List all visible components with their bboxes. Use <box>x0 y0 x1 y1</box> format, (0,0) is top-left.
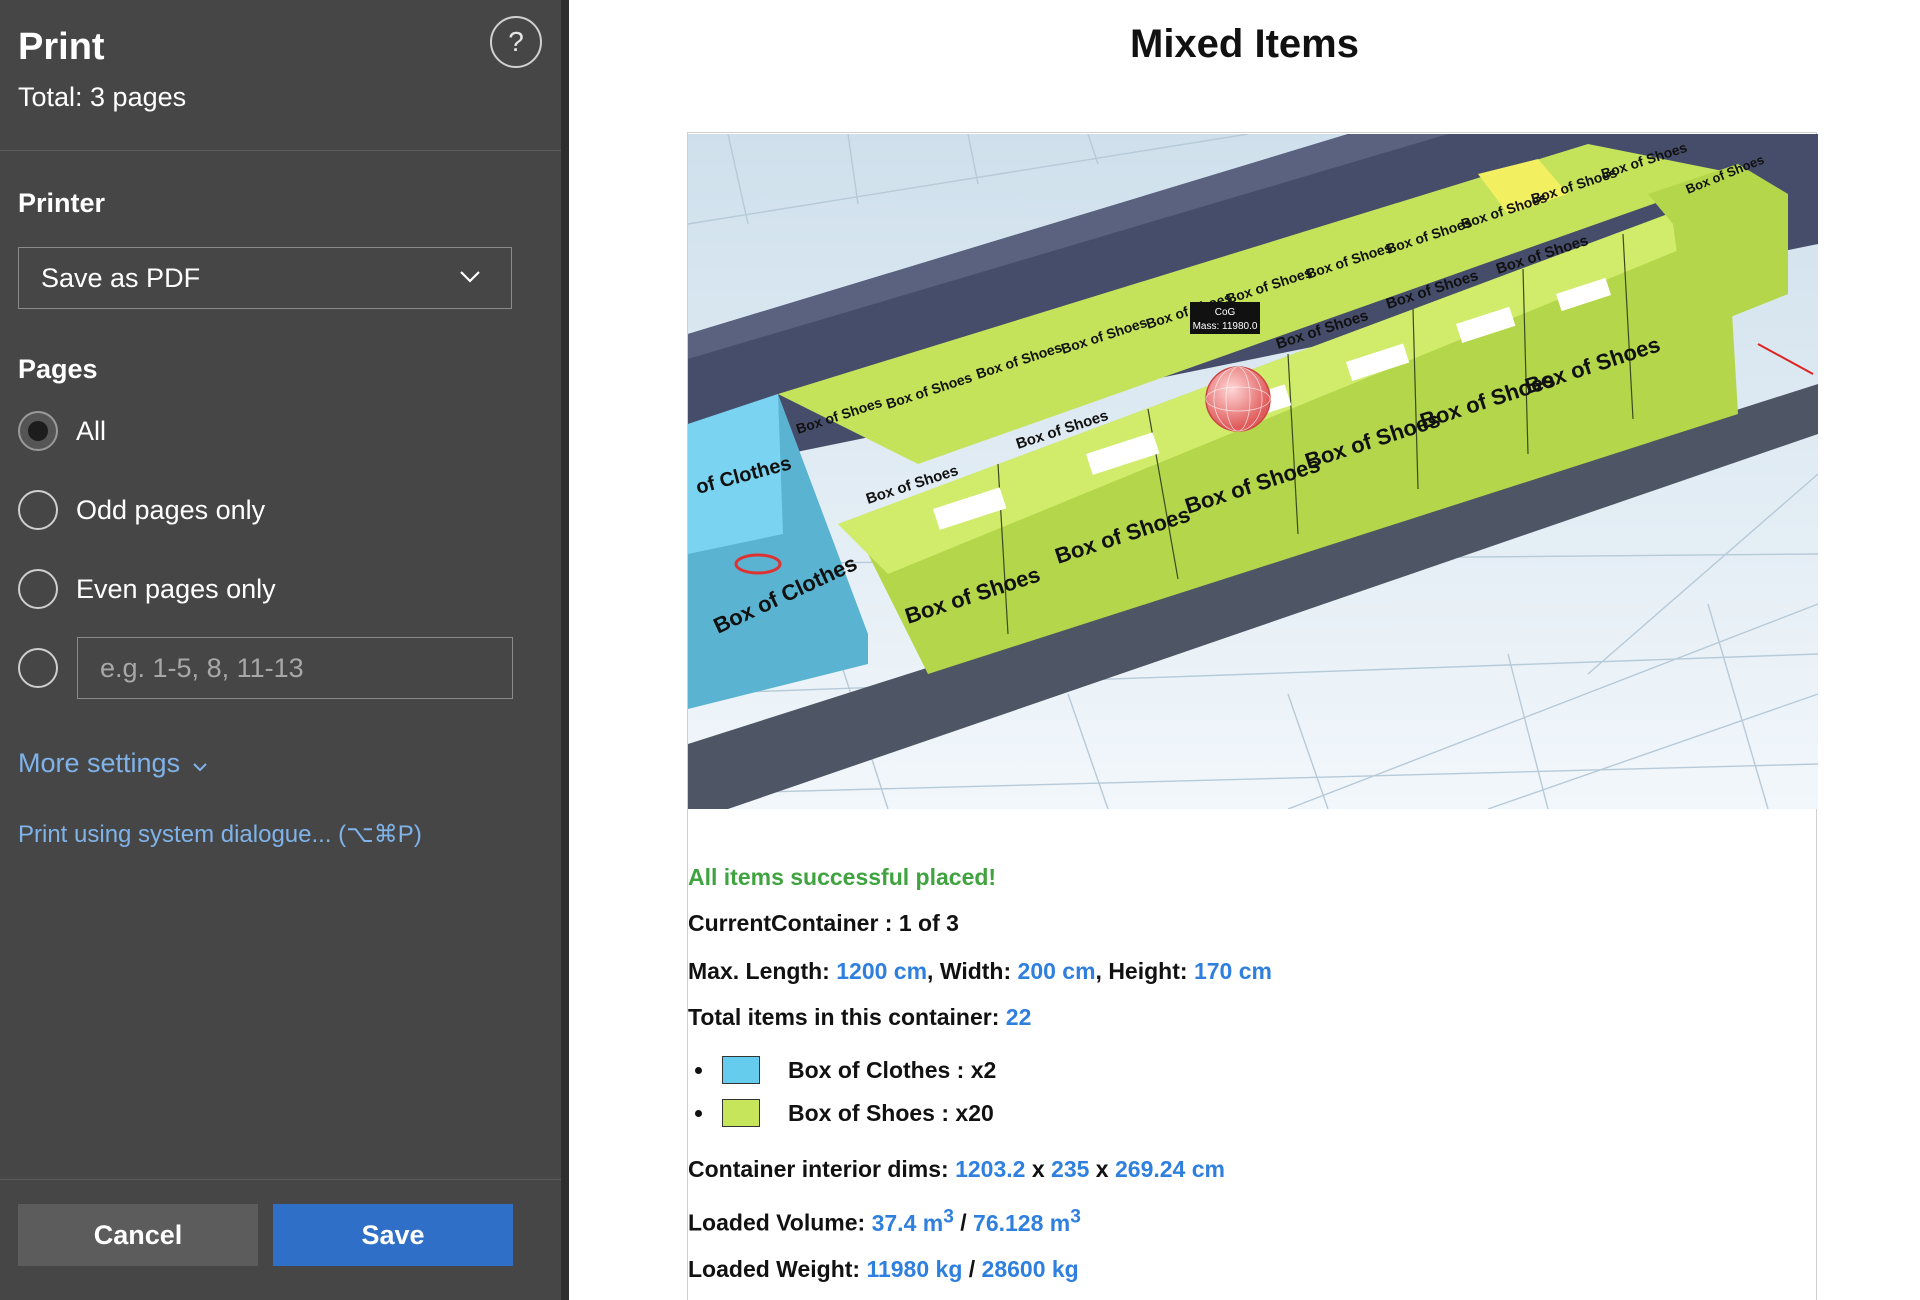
interior-dims: Container interior dims: 1203.2 x 235 x … <box>688 1156 1225 1183</box>
panel-divider <box>561 0 569 1300</box>
width-label: , Width: <box>927 958 1012 984</box>
weight-loaded: 11980 kg <box>866 1256 963 1282</box>
volume-exponent: 3 <box>943 1206 954 1227</box>
total-items: Total items in this container: 22 <box>688 1004 1031 1031</box>
legend-swatch <box>722 1056 760 1084</box>
volume-loaded: 37.4 m3 <box>871 1206 954 1236</box>
radio-all-button[interactable] <box>18 411 58 451</box>
radio-custom[interactable] <box>18 648 58 688</box>
printer-select[interactable]: Save as PDF <box>18 247 512 309</box>
volume-capacity-value: 76.128 m <box>973 1209 1071 1236</box>
more-settings-label: More settings <box>18 748 181 778</box>
height-label: , Height: <box>1095 958 1188 984</box>
height-value: 170 cm <box>1193 958 1272 984</box>
legend-item: Box of Clothes : x2 <box>695 1056 996 1084</box>
header-divider <box>0 150 561 151</box>
pages-label: Pages <box>18 354 98 384</box>
page-range-input[interactable] <box>77 637 513 699</box>
chevron-down-icon <box>193 762 207 771</box>
bullet <box>695 1066 702 1074</box>
total-items-label: Total items in this container: <box>688 1004 1000 1030</box>
radio-odd[interactable]: Odd pages only <box>18 490 265 530</box>
printer-select-value: Save as PDF <box>41 262 201 293</box>
total-pages: Total: 3 pages <box>18 82 187 112</box>
current-container: CurrentContainer : 1 of 3 <box>688 910 959 936</box>
cog-tooltip-title: CoG <box>1215 307 1236 318</box>
max-dimensions: Max. Length: 1200 cm, Width: 200 cm, Hei… <box>688 958 1272 985</box>
dialog-title: Print <box>18 26 105 68</box>
weight-label: Loaded Weight: <box>688 1256 861 1282</box>
total-items-value: 22 <box>1005 1004 1032 1030</box>
volume-capacity: 76.128 m3 <box>973 1206 1081 1236</box>
volume-loaded-value: 37.4 m <box>871 1209 944 1236</box>
printer-label: Printer <box>18 188 106 218</box>
volume-separator: / <box>960 1209 967 1236</box>
loaded-volume: Loaded Volume: 37.4 m3 / 76.128 m3 <box>688 1206 1081 1237</box>
bullet <box>695 1109 702 1117</box>
interior-x: x <box>1031 1156 1045 1182</box>
interior-width: 235 <box>1051 1156 1090 1182</box>
cog-marker <box>1205 366 1271 432</box>
max-length-value: 1200 cm <box>836 958 928 984</box>
footer-divider <box>0 1179 561 1180</box>
status-message: All items successful placed! <box>688 864 997 890</box>
interior-height: 269.24 cm <box>1114 1156 1225 1182</box>
container-3d-scene: of Clothes Box of Clothes Box of Shoes B… <box>688 134 1818 809</box>
system-dialog-link[interactable]: Print using system dialogue... (⌥⌘P) <box>18 820 422 849</box>
interior-length: 1203.2 <box>955 1156 1026 1182</box>
more-settings-link[interactable]: More settings <box>18 748 208 779</box>
legend-swatch <box>722 1099 760 1127</box>
legend-label: Box of Shoes : x20 <box>788 1099 994 1126</box>
cog-tooltip-mass: Mass: 11980.0 <box>1193 321 1258 332</box>
chevron-down-icon <box>460 271 480 283</box>
legend-item: Box of Shoes : x20 <box>695 1099 994 1127</box>
radio-even-label: Even pages only <box>76 573 276 604</box>
radio-all[interactable]: All <box>18 411 106 451</box>
help-button[interactable]: ? <box>490 16 542 68</box>
radio-custom-button[interactable] <box>18 648 58 688</box>
width-value: 200 cm <box>1017 958 1096 984</box>
radio-odd-label: Odd pages only <box>76 494 266 525</box>
save-button[interactable]: Save <box>273 1204 513 1266</box>
weight-separator: / <box>968 1256 976 1282</box>
interior-label: Container interior dims: <box>688 1156 949 1182</box>
interior-x: x <box>1095 1156 1109 1182</box>
radio-all-label: All <box>76 415 107 446</box>
loaded-weight: Loaded Weight: 11980 kg / 28600 kg <box>688 1256 1079 1283</box>
radio-even-button[interactable] <box>18 569 58 609</box>
container-3d-view: of Clothes Box of Clothes Box of Shoes B… <box>688 134 1818 809</box>
weight-capacity: 28600 kg <box>981 1256 1079 1282</box>
document-title: Mixed Items <box>1130 22 1359 66</box>
help-icon: ? <box>508 26 524 57</box>
radio-odd-button[interactable] <box>18 490 58 530</box>
print-dialog-panel: Print Total: 3 pages ? Printer Save as P… <box>0 0 561 1300</box>
cancel-button[interactable]: Cancel <box>18 1204 258 1266</box>
volume-exponent: 3 <box>1070 1206 1081 1227</box>
max-length-label: Max. Length: <box>688 958 830 984</box>
radio-even[interactable]: Even pages only <box>18 569 276 609</box>
legend-label: Box of Clothes : x2 <box>788 1056 997 1083</box>
volume-label: Loaded Volume: <box>688 1209 866 1236</box>
